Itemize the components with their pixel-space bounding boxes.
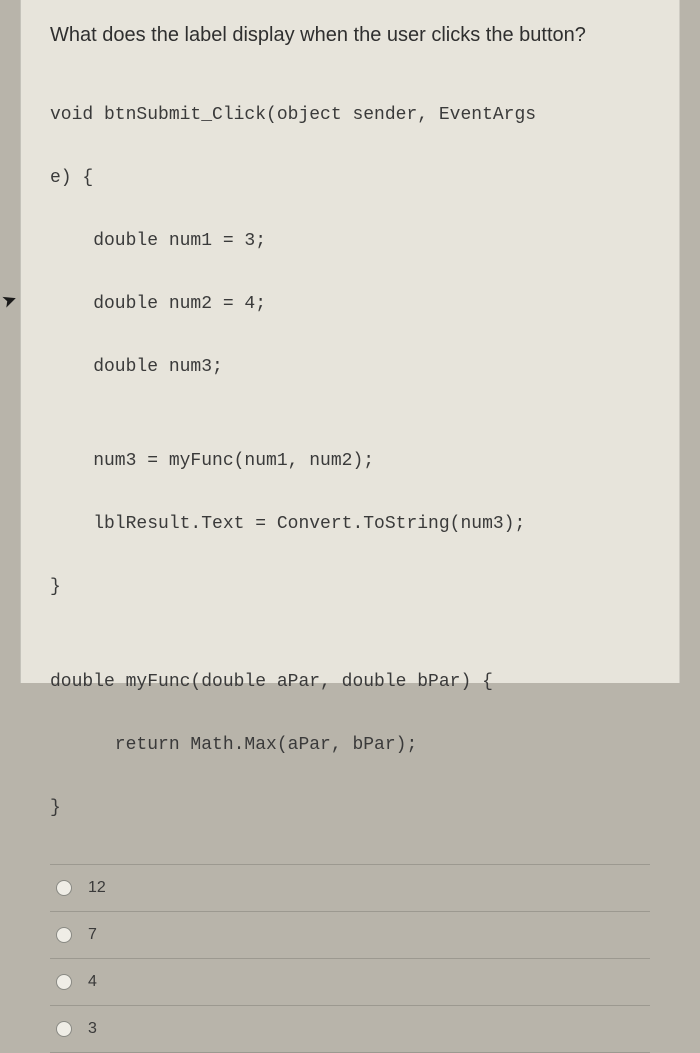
option-label: 4 bbox=[88, 973, 97, 991]
radio-icon[interactable] bbox=[56, 927, 72, 943]
option-d[interactable]: 3 bbox=[50, 1006, 650, 1053]
code-line: num3 = myFunc(num1, num2); bbox=[50, 446, 650, 478]
code-line: double num3; bbox=[50, 352, 650, 384]
option-label: 3 bbox=[88, 1020, 97, 1038]
code-line: } bbox=[50, 572, 650, 604]
option-a[interactable]: 12 bbox=[50, 865, 650, 912]
option-c[interactable]: 4 bbox=[50, 959, 650, 1006]
cursor-icon: ➤ bbox=[0, 288, 20, 313]
code-line: double myFunc(double aPar, double bPar) … bbox=[50, 667, 650, 699]
option-label: 12 bbox=[88, 879, 106, 897]
code-line: void btnSubmit_Click(object sender, Even… bbox=[50, 100, 650, 132]
code-line: e) { bbox=[50, 163, 650, 195]
radio-icon[interactable] bbox=[56, 974, 72, 990]
question-page: What does the label display when the use… bbox=[20, 0, 680, 683]
option-label: 7 bbox=[88, 926, 97, 944]
code-line: lblResult.Text = Convert.ToString(num3); bbox=[50, 509, 650, 541]
code-line: } bbox=[50, 793, 650, 825]
radio-icon[interactable] bbox=[56, 880, 72, 896]
code-line: return Math.Max(aPar, bPar); bbox=[50, 730, 650, 762]
code-block: void btnSubmit_Click(object sender, Even… bbox=[50, 68, 650, 824]
options-list: 12 7 4 3 bbox=[50, 864, 650, 1053]
question-text: What does the label display when the use… bbox=[50, 20, 650, 50]
option-b[interactable]: 7 bbox=[50, 912, 650, 959]
code-line: double num1 = 3; bbox=[50, 226, 650, 258]
code-line: double num2 = 4; bbox=[50, 289, 650, 321]
radio-icon[interactable] bbox=[56, 1021, 72, 1037]
